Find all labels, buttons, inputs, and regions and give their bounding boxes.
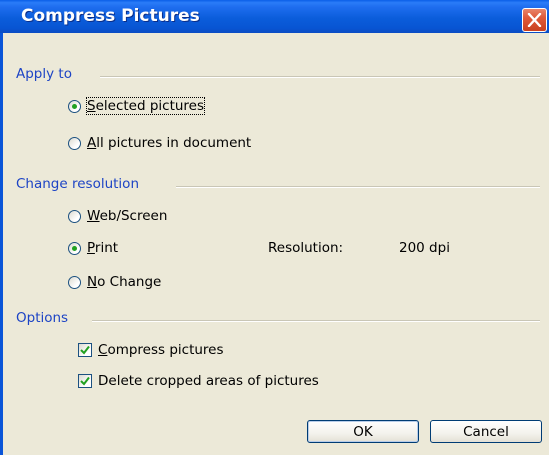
- radio-button-icon[interactable]: [68, 275, 81, 289]
- radio-print[interactable]: Print: [68, 240, 118, 256]
- resolution-value: 200 dpi: [399, 240, 450, 256]
- dialog-title: Compress Pictures: [21, 6, 200, 26]
- radio-all-pictures[interactable]: All pictures in document: [68, 135, 251, 151]
- change-resolution-divider: [176, 186, 540, 188]
- close-button[interactable]: [522, 8, 547, 32]
- checkbox-icon[interactable]: [78, 374, 92, 388]
- options-divider: [92, 320, 540, 322]
- radio-dot-icon: [72, 103, 77, 109]
- radio-button-icon[interactable]: [68, 136, 81, 150]
- radio-web-screen-label: Web/Screen: [87, 208, 168, 224]
- radio-dot-icon: [72, 245, 77, 251]
- options-legend: Options: [16, 310, 79, 326]
- radio-print-label: Print: [87, 240, 119, 256]
- radio-button-icon[interactable]: [68, 241, 81, 255]
- resolution-label: Resolution:: [268, 240, 344, 256]
- radio-no-change-label: No Change: [87, 274, 162, 290]
- ok-button[interactable]: OK: [307, 420, 419, 443]
- checkmark-icon: [80, 376, 90, 386]
- checkbox-delete-cropped-label: Delete cropped areas of pictures: [98, 373, 319, 389]
- radio-selected-pictures[interactable]: Selected pictures: [68, 97, 206, 115]
- apply-to-legend: Apply to: [16, 66, 82, 82]
- radio-web-screen[interactable]: Web/Screen: [68, 208, 167, 224]
- radio-all-pictures-label: All pictures in document: [87, 135, 252, 151]
- checkbox-compress-pictures-label: Compress pictures: [98, 342, 224, 358]
- checkbox-compress-pictures[interactable]: Compress pictures: [78, 342, 224, 358]
- window-frame-left: [0, 33, 3, 455]
- close-x-icon: [527, 13, 542, 27]
- radio-button-icon[interactable]: [68, 99, 81, 113]
- radio-no-change[interactable]: No Change: [68, 274, 161, 290]
- apply-to-divider: [100, 76, 540, 78]
- checkbox-delete-cropped[interactable]: Delete cropped areas of pictures: [78, 373, 319, 389]
- checkmark-icon: [80, 345, 90, 355]
- title-bar[interactable]: Compress Pictures: [0, 0, 549, 33]
- cancel-button[interactable]: Cancel: [430, 420, 542, 443]
- radio-button-icon[interactable]: [68, 209, 81, 223]
- change-resolution-legend: Change resolution: [16, 176, 149, 192]
- checkbox-icon[interactable]: [78, 343, 92, 357]
- compress-pictures-dialog: Compress Pictures Apply to Selected pict…: [0, 0, 549, 455]
- radio-selected-pictures-label: Selected pictures: [85, 97, 206, 115]
